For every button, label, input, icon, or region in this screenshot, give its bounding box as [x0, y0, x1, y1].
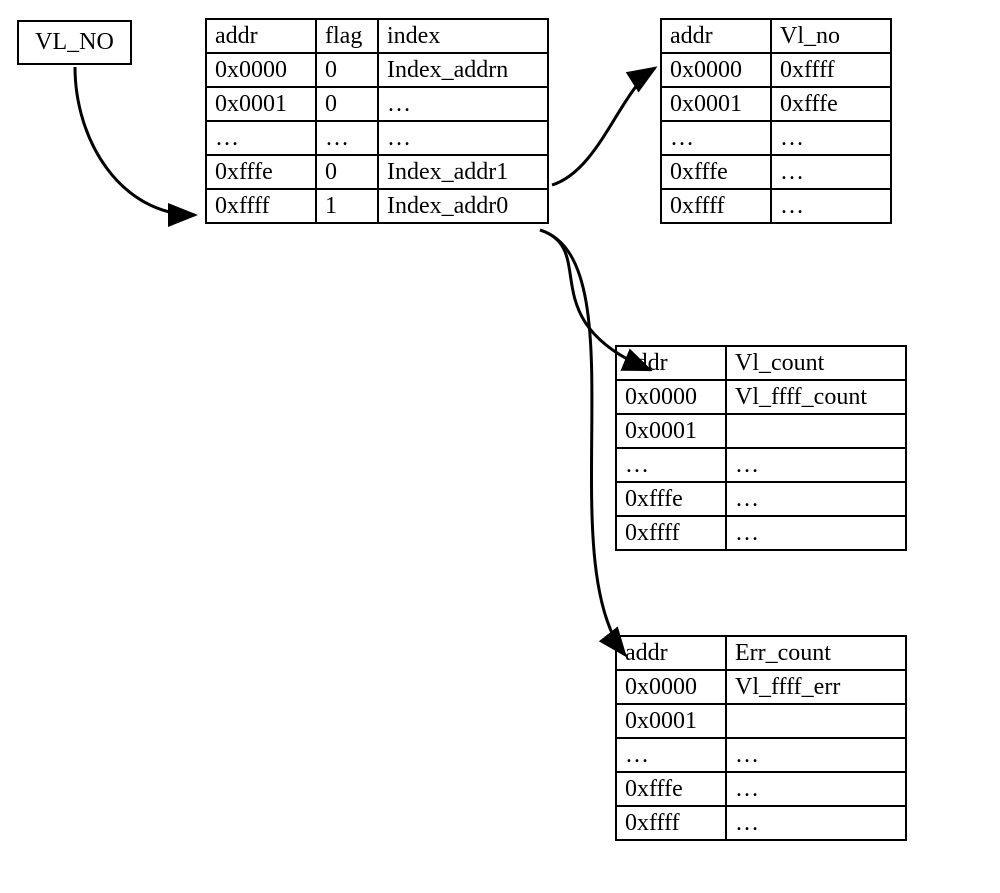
header-addr: addr: [616, 636, 726, 670]
table-row: 0xffff…: [616, 516, 906, 550]
table-row: ……: [616, 448, 906, 482]
vlno-table: addr Vl_no 0x00000xffff 0x00010xfffe …… …: [660, 18, 892, 224]
vlno-label: VL_NO: [35, 29, 114, 56]
header-addr: addr: [206, 19, 316, 53]
table-row: 0x0001: [616, 414, 906, 448]
table-row: 0xfffe…: [616, 772, 906, 806]
table-row: 0x00000xffff: [661, 53, 891, 87]
header-addr: addr: [661, 19, 771, 53]
errcount-table: addr Err_count 0x0000Vl_ffff_err 0x0001 …: [615, 635, 907, 841]
header-flag: flag: [316, 19, 378, 53]
header-index: index: [378, 19, 548, 53]
table-row: 0x00000Index_addrn: [206, 53, 548, 87]
header-addr: addr: [616, 346, 726, 380]
table-row: addr Vl_no: [661, 19, 891, 53]
table-row: ……: [616, 738, 906, 772]
header-vlcount: Vl_count: [726, 346, 906, 380]
lookup-table: addr flag index 0x00000Index_addrn 0x000…: [205, 18, 549, 224]
header-vlno: Vl_no: [771, 19, 891, 53]
table-row: 0xffff…: [616, 806, 906, 840]
table-row: addr Err_count: [616, 636, 906, 670]
table-row: 0xffff…: [661, 189, 891, 223]
header-errcount: Err_count: [726, 636, 906, 670]
vlno-box: VL_NO: [17, 20, 132, 65]
table-row: 0x0000Vl_ffff_count: [616, 380, 906, 414]
table-row: 0x00010…: [206, 87, 548, 121]
table-row: 0xfffe…: [661, 155, 891, 189]
table-row: 0x0000Vl_ffff_err: [616, 670, 906, 704]
table-row: ………: [206, 121, 548, 155]
table-row: 0xfffe…: [616, 482, 906, 516]
table-row: 0xffff1Index_addr0: [206, 189, 548, 223]
table-row: 0xfffe0Index_addr1: [206, 155, 548, 189]
table-row: 0x00010xfffe: [661, 87, 891, 121]
table-row: addr flag index: [206, 19, 548, 53]
table-row: 0x0001: [616, 704, 906, 738]
table-row: ……: [661, 121, 891, 155]
table-row: addr Vl_count: [616, 346, 906, 380]
vlcount-table: addr Vl_count 0x0000Vl_ffff_count 0x0001…: [615, 345, 907, 551]
